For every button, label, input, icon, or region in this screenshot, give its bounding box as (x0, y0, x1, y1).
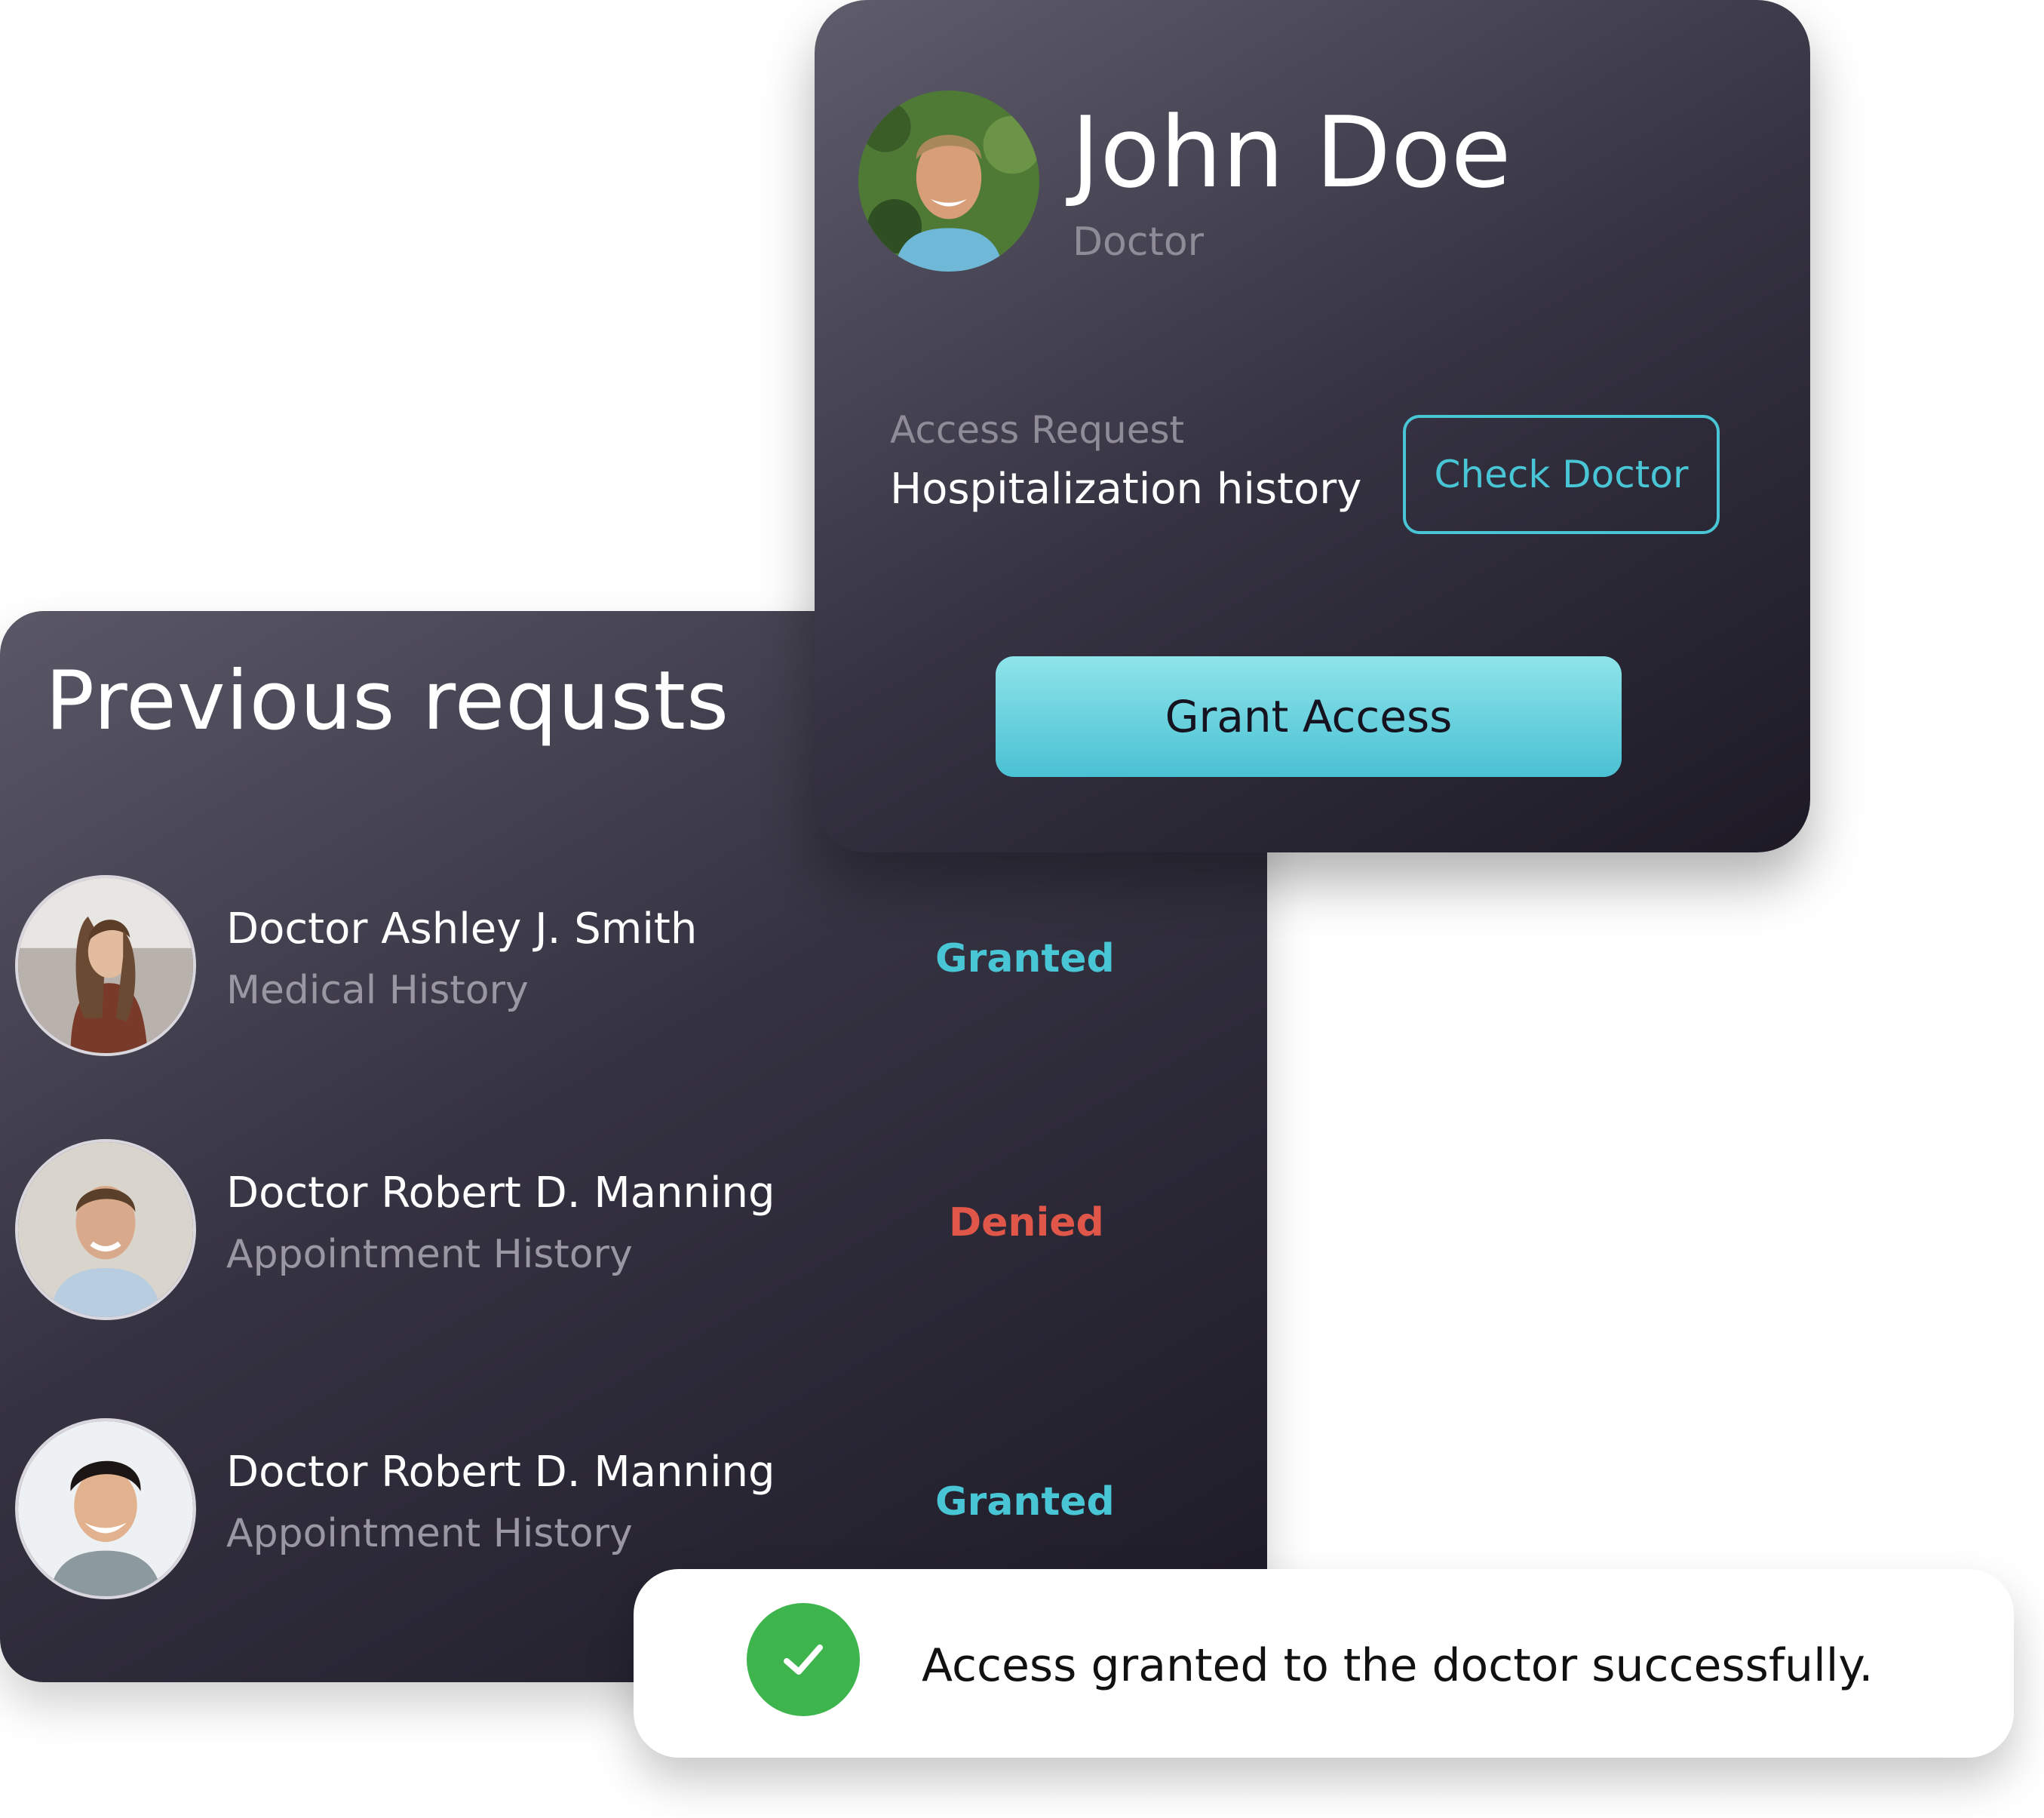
status-denied: Denied (949, 1200, 1104, 1245)
avatar (15, 875, 196, 1056)
toast-message: Access granted to the doctor successfull… (922, 1639, 1874, 1692)
profile-name: John Doe (1071, 95, 1512, 210)
request-row[interactable]: Doctor Ashley J. Smith Medical History G… (0, 875, 1267, 1064)
success-toast: Access granted to the doctor successfull… (634, 1569, 2014, 1758)
doctor-name: Doctor Ashley J. Smith (226, 904, 698, 954)
request-category: Appointment History (226, 1511, 633, 1556)
access-request-card: John Doe Doctor Access Request Hospitali… (815, 0, 1810, 852)
avatar (15, 1418, 196, 1599)
request-row[interactable]: Doctor Robert D. Manning Appointment His… (0, 1139, 1267, 1328)
profile-role: Doctor (1073, 220, 1205, 265)
check-icon (747, 1603, 860, 1716)
check-doctor-button[interactable]: Check Doctor (1403, 415, 1720, 534)
previous-requests-title: Previous requsts (45, 654, 730, 748)
status-granted: Granted (935, 936, 1115, 981)
request-category: Medical History (226, 968, 529, 1013)
avatar (858, 91, 1039, 272)
grant-access-button[interactable]: Grant Access (996, 656, 1622, 777)
doctor-name: Doctor Robert D. Manning (226, 1448, 775, 1497)
request-category: Appointment History (226, 1232, 633, 1277)
access-request-label: Access Request (890, 408, 1185, 452)
status-granted: Granted (935, 1479, 1115, 1525)
doctor-name: Doctor Robert D. Manning (226, 1168, 775, 1218)
avatar (15, 1139, 196, 1320)
access-request-value: Hospitalization history (890, 465, 1362, 514)
